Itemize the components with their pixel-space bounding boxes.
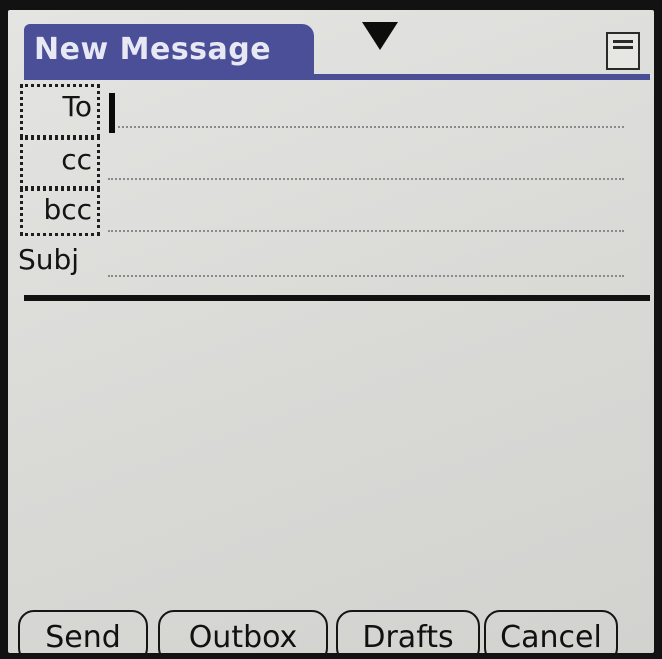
text-cursor — [109, 93, 115, 133]
note-icon-line — [613, 46, 633, 49]
drafts-button[interactable]: Drafts — [336, 610, 480, 653]
subject-input[interactable] — [108, 275, 624, 277]
send-button[interactable]: Send — [18, 610, 148, 653]
subject-label: Subj — [18, 243, 80, 276]
bcc-label: bcc — [43, 193, 92, 226]
bcc-input[interactable] — [108, 230, 624, 232]
title-underline — [24, 74, 650, 80]
menu-triangle-down-icon[interactable] — [362, 22, 398, 50]
cancel-button[interactable]: Cancel — [484, 610, 618, 653]
note-icon-line — [613, 40, 633, 43]
new-message-screen: New Message To cc bcc Subj Send Outbox D… — [8, 10, 654, 653]
cc-label: cc — [61, 143, 92, 176]
page-title: New Message — [34, 32, 272, 67]
header-divider — [24, 295, 650, 301]
title-tab: New Message — [24, 24, 314, 76]
note-icon[interactable] — [606, 32, 640, 70]
to-label: To — [62, 90, 92, 123]
to-input[interactable] — [118, 126, 624, 128]
message-body-area[interactable] — [24, 303, 650, 603]
cc-input[interactable] — [108, 178, 624, 180]
outbox-button[interactable]: Outbox — [158, 610, 328, 653]
